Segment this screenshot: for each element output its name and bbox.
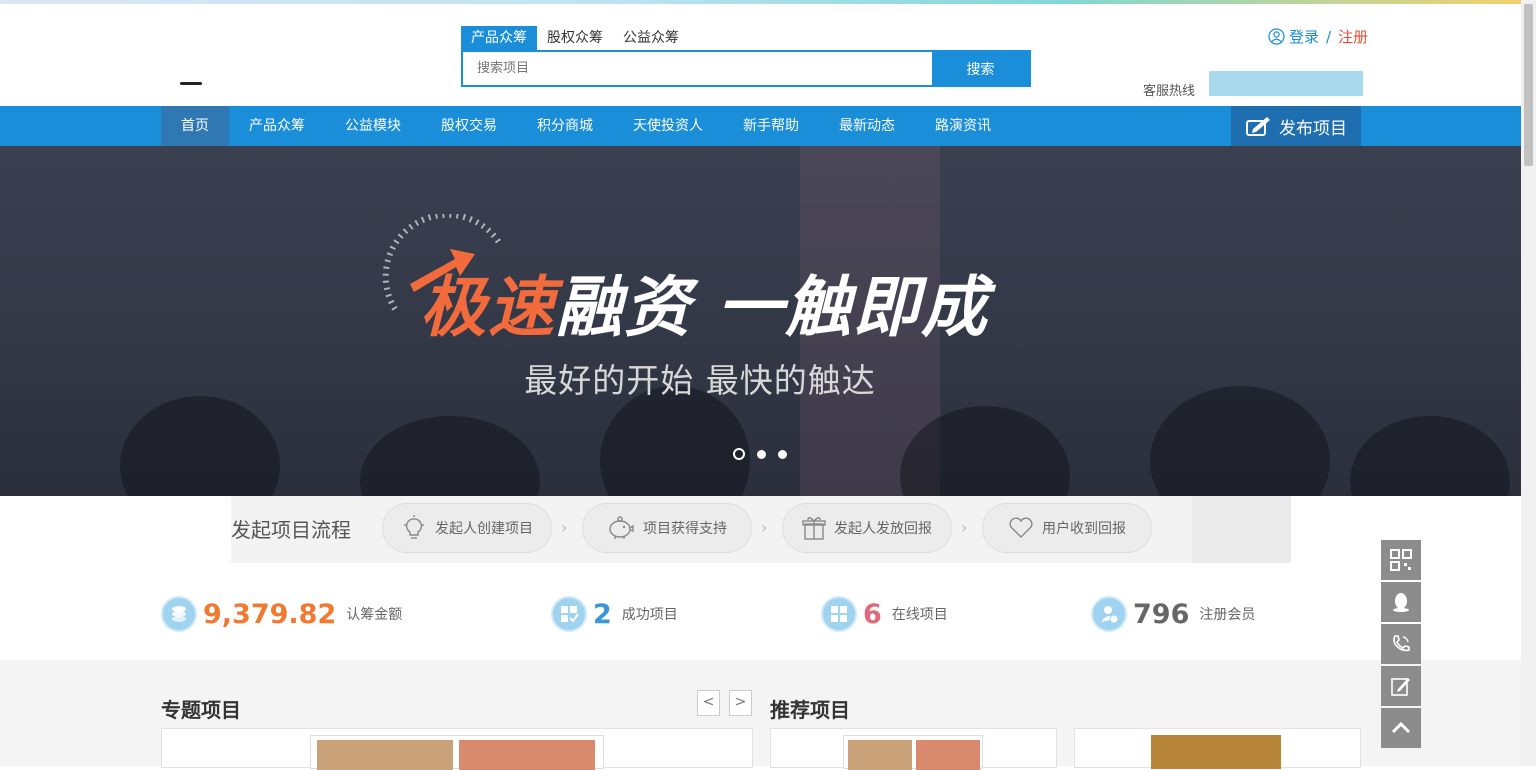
stat-raised-amount: 9,379.82 认筹金额 <box>161 596 402 632</box>
qrcode-icon <box>1390 549 1412 571</box>
feedback-button[interactable] <box>1381 666 1421 706</box>
hero-banner: 极速融资 一触即成 最好的开始 最快的触达 <box>0 146 1521 496</box>
user-icon <box>1268 28 1285 45</box>
banner-headline: 极速融资 一触即成 <box>420 254 989 350</box>
header: 产品众筹 股权众筹 公益众筹 搜索 登录 / 注册 客服热线 <box>0 4 1521 106</box>
nav-item-equity[interactable]: 股权交易 <box>421 106 517 146</box>
step-label: 发起人创建项目 <box>435 521 533 537</box>
grid-icon <box>821 596 857 632</box>
publish-icon <box>1246 117 1270 136</box>
qrcode-button[interactable] <box>1381 540 1421 580</box>
step-get-support[interactable]: 项目获得支持 <box>582 503 752 553</box>
search-tab-charity[interactable]: 公益众筹 <box>613 26 689 50</box>
stat-label: 在线项目 <box>891 607 948 623</box>
stat-label: 认筹金额 <box>346 607 403 623</box>
floating-toolbar <box>1381 540 1421 750</box>
projects-section: 专题项目 < > 推荐项目 <box>0 660 1521 770</box>
process-title: 发起项目流程 <box>231 518 351 542</box>
next-button[interactable]: > <box>729 690 752 716</box>
nav-item-points-mall[interactable]: 积分商城 <box>517 106 613 146</box>
stat-label: 注册会员 <box>1199 607 1256 623</box>
auth-separator: / <box>1326 27 1332 46</box>
search-button[interactable]: 搜索 <box>932 52 1029 85</box>
carousel-dot-1[interactable] <box>733 448 745 460</box>
chevron-right-icon: › <box>961 518 968 537</box>
stat-value: 9,379.82 <box>203 598 337 630</box>
nav-item-product[interactable]: 产品众筹 <box>229 106 325 146</box>
project-thumbnail <box>310 735 604 770</box>
headline-white: 融资 一触即成 <box>556 269 989 346</box>
member-icon <box>1091 596 1127 632</box>
nav-item-home[interactable]: 首页 <box>161 106 229 146</box>
special-projects-title: 专题项目 <box>161 698 241 722</box>
nav-item-angel-investors[interactable]: 天使投资人 <box>613 106 723 146</box>
project-thumbnail <box>843 735 983 770</box>
lightbulb-icon <box>404 515 424 539</box>
logo[interactable] <box>180 82 202 85</box>
carousel-dot-3[interactable] <box>778 449 787 459</box>
search-tabs: 产品众筹 股权众筹 公益众筹 <box>461 26 689 50</box>
step-label: 用户收到回报 <box>1042 521 1126 537</box>
main-nav: 首页 产品众筹 公益模块 股权交易 积分商城 天使投资人 新手帮助 最新动态 路… <box>0 106 1521 146</box>
carousel-dots <box>733 448 787 460</box>
hotline-label: 客服热线 <box>1143 84 1196 99</box>
publish-label: 发布项目 <box>1279 118 1347 139</box>
search-tab-equity[interactable]: 股权众筹 <box>537 26 613 50</box>
process-strip: 发起项目流程 发起人创建项目 › 项目获得支持 › 发起人发放回报 › 用户收到… <box>231 496 1291 563</box>
auth-links: 登录 / 注册 <box>1268 26 1368 47</box>
heart-icon <box>1009 517 1033 538</box>
nav-item-roadshow[interactable]: 路演资讯 <box>915 106 1011 146</box>
stat-value: 6 <box>863 598 882 630</box>
chevron-right-icon: › <box>761 518 768 537</box>
coins-icon <box>161 596 197 632</box>
scrollbar-thumb[interactable] <box>1524 4 1533 166</box>
stat-value: 2 <box>593 598 612 630</box>
vertical-scrollbar[interactable] <box>1521 0 1536 766</box>
back-to-top-button[interactable] <box>1381 708 1421 748</box>
banner-subline: 最好的开始 最快的触达 <box>524 361 876 400</box>
nav-item-news[interactable]: 最新动态 <box>819 106 915 146</box>
back-to-top-icon <box>1391 721 1411 734</box>
page: 产品众筹 股权众筹 公益众筹 搜索 登录 / 注册 客服热线 首页 产品众筹 公… <box>0 0 1521 770</box>
step-label: 发起人发放回报 <box>834 521 932 537</box>
prev-button[interactable]: < <box>697 690 720 716</box>
edit-icon <box>1391 678 1410 696</box>
piggy-bank-icon <box>609 516 634 539</box>
phone-icon <box>1393 635 1410 652</box>
register-link[interactable]: 注册 <box>1338 26 1368 47</box>
search-tab-product[interactable]: 产品众筹 <box>461 26 537 50</box>
stats-bar: 9,379.82 认筹金额 2 成功项目 6 在线项目 796 注册会员 <box>0 563 1521 660</box>
recommended-project-card[interactable] <box>1074 728 1361 769</box>
qq-button[interactable] <box>1381 582 1421 622</box>
headline-orange: 极速 <box>420 269 556 346</box>
stat-online-projects: 6 在线项目 <box>821 596 948 632</box>
stat-registered-members: 796 注册会员 <box>1091 596 1255 632</box>
qq-icon <box>1393 593 1409 612</box>
phone-button[interactable] <box>1381 624 1421 664</box>
success-check-icon <box>551 596 587 632</box>
process-strip-end <box>1192 496 1291 563</box>
login-link[interactable]: 登录 <box>1289 26 1319 47</box>
chevron-right-icon: › <box>561 518 568 537</box>
recommended-project-card[interactable] <box>770 728 1057 770</box>
search-box: 搜索 <box>461 50 1031 87</box>
search-input[interactable] <box>463 52 932 85</box>
stat-value: 796 <box>1133 598 1190 630</box>
stat-label: 成功项目 <box>621 607 678 623</box>
special-project-card[interactable] <box>161 728 753 770</box>
step-receive-reward[interactable]: 用户收到回报 <box>982 503 1152 553</box>
nav-item-charity[interactable]: 公益模块 <box>325 106 421 146</box>
hotline-number <box>1209 71 1363 96</box>
nav-item-help[interactable]: 新手帮助 <box>723 106 819 146</box>
recommended-projects-title: 推荐项目 <box>770 698 850 722</box>
step-send-reward[interactable]: 发起人发放回报 <box>782 503 952 553</box>
step-create-project[interactable]: 发起人创建项目 <box>382 503 552 553</box>
carousel-dot-2[interactable] <box>757 449 766 459</box>
step-label: 项目获得支持 <box>643 521 727 537</box>
publish-project-button[interactable]: 发布项目 <box>1231 106 1361 146</box>
stat-successful-projects: 2 成功项目 <box>551 596 678 632</box>
project-thumbnail <box>1151 735 1281 769</box>
gift-icon <box>802 517 826 540</box>
